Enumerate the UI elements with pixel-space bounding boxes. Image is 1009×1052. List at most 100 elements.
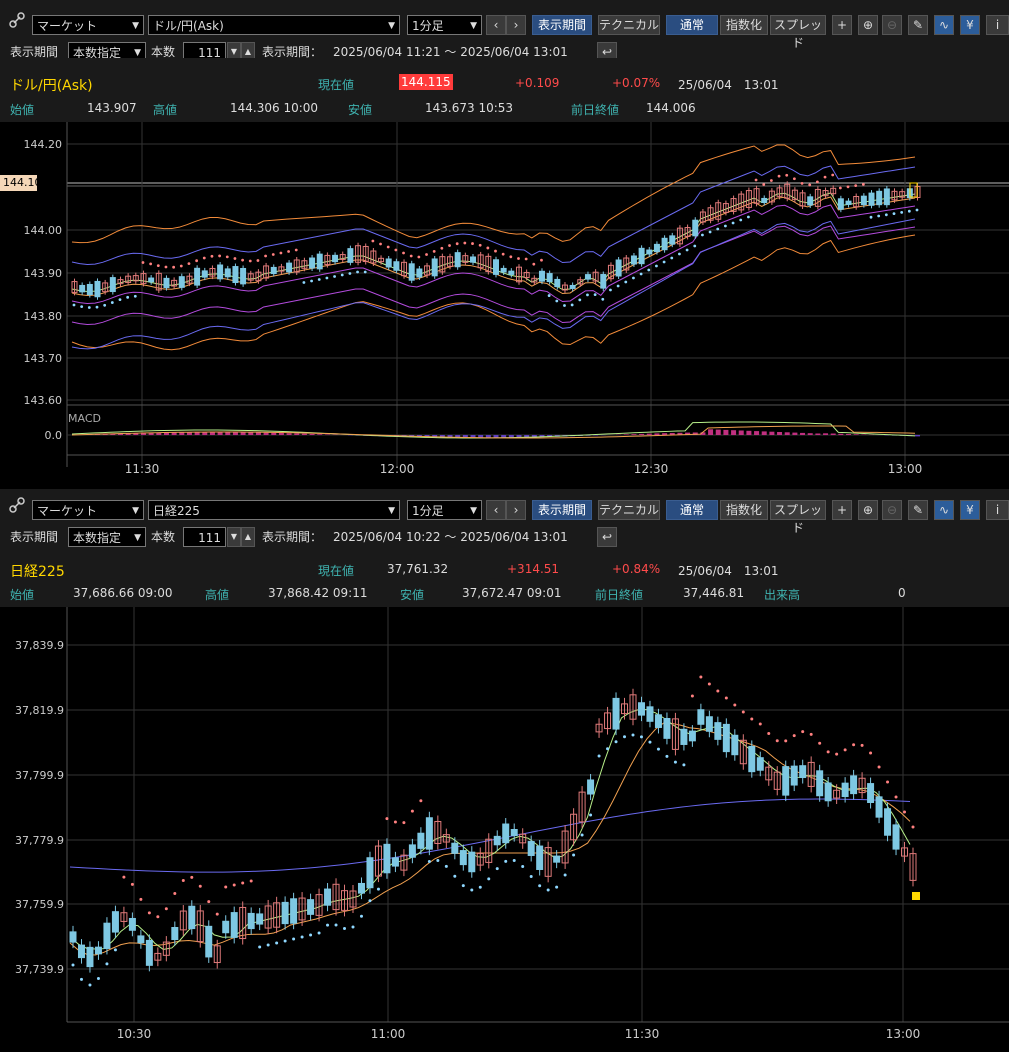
pencil-icon[interactable]: ✎ xyxy=(908,15,928,35)
period-button[interactable]: 表示期間 xyxy=(532,15,592,35)
chevron-left-icon[interactable]: ‹ xyxy=(486,500,506,520)
candle xyxy=(783,767,789,796)
technical-button[interactable]: テクニカル xyxy=(598,500,660,520)
interval-select[interactable]: 1分足▼ xyxy=(407,500,482,520)
link-icon[interactable] xyxy=(8,11,26,29)
zoom-out-icon[interactable]: ⊖ xyxy=(882,500,902,520)
period-button[interactable]: 表示期間 xyxy=(532,500,592,520)
spread-button[interactable]: スプレッド xyxy=(770,15,826,35)
sar-dot xyxy=(156,915,159,918)
info-icon[interactable]: i xyxy=(986,500,1009,520)
sar-dot xyxy=(301,936,304,939)
candle xyxy=(494,836,500,844)
y-tick-label: 143.90 xyxy=(24,267,63,280)
sar-dot xyxy=(555,886,558,889)
index-button[interactable]: 指数化 xyxy=(720,500,768,520)
sar-dot xyxy=(665,755,668,758)
market-select[interactable]: マーケット▼ xyxy=(32,500,144,520)
sar-dot xyxy=(250,880,253,883)
period-mode-select[interactable]: 本数指定▼ xyxy=(68,527,146,547)
sar-dot xyxy=(165,907,168,910)
candle xyxy=(601,275,606,289)
crosshair-icon[interactable]: + xyxy=(832,15,852,35)
sar-dot xyxy=(502,253,505,256)
macd-bar xyxy=(823,433,828,435)
sar-dot xyxy=(606,747,609,750)
low-label: 安値 xyxy=(348,101,372,118)
candle xyxy=(861,196,866,204)
sar-dot xyxy=(119,298,122,301)
chevron-right-icon[interactable]: › xyxy=(506,15,526,35)
sar-dot xyxy=(594,293,597,296)
sar-dot xyxy=(647,269,650,272)
sar-dot xyxy=(216,913,219,916)
link-icon[interactable] xyxy=(8,496,26,514)
sar-dot xyxy=(333,275,336,278)
sar-dot xyxy=(742,711,745,714)
chevron-left-icon[interactable]: ‹ xyxy=(486,15,506,35)
zoom-in-icon[interactable]: ⊕ xyxy=(858,15,878,35)
count-input[interactable]: 111 xyxy=(183,527,226,547)
interval-select[interactable]: 1分足▼ xyxy=(407,15,482,35)
price-chart[interactable]: 37,839.937,819.937,799.937,779.937,759.9… xyxy=(0,607,1009,1049)
sar-dot xyxy=(755,179,758,182)
wave-icon[interactable]: ∿ xyxy=(934,500,954,520)
macd-bar xyxy=(256,433,261,435)
index-button[interactable]: 指数化 xyxy=(720,15,768,35)
decrement-icon[interactable]: ▼ xyxy=(227,527,241,547)
yen-icon[interactable]: ¥ xyxy=(960,500,980,520)
sar-dot xyxy=(445,865,448,868)
sar-dot xyxy=(479,244,482,247)
sar-dot xyxy=(578,298,581,301)
sar-dot xyxy=(513,859,516,862)
candle xyxy=(555,279,560,286)
sar-dot xyxy=(548,294,551,297)
sar-dot xyxy=(824,176,827,179)
sar-dot xyxy=(699,676,702,679)
sar-dot xyxy=(257,259,260,262)
candle xyxy=(846,201,851,204)
sar-dot xyxy=(203,257,206,260)
zoom-out-icon[interactable]: ⊖ xyxy=(882,15,902,35)
candle xyxy=(129,918,135,930)
sar-dot xyxy=(847,185,850,188)
technical-button[interactable]: テクニカル xyxy=(598,15,660,35)
candle xyxy=(762,198,767,202)
sar-dot xyxy=(564,874,567,877)
symbol-select[interactable]: 日経225▼ xyxy=(148,500,400,520)
candle xyxy=(869,193,874,205)
candle xyxy=(613,698,619,729)
y-tick-label: 37,839.9 xyxy=(15,639,64,652)
sar-dot xyxy=(103,304,106,307)
zoom-in-icon[interactable]: ⊕ xyxy=(858,500,878,520)
return-icon[interactable]: ↩ xyxy=(597,527,617,547)
macd-bar xyxy=(846,434,851,435)
increment-icon[interactable]: ▲ xyxy=(241,527,255,547)
sar-dot xyxy=(816,180,819,183)
price-chart[interactable]: 144.20144.00143.90143.80143.70143.6011:3… xyxy=(0,122,1009,489)
info-icon[interactable]: i xyxy=(986,15,1009,35)
candle xyxy=(104,923,110,948)
spread-button[interactable]: スプレッド xyxy=(770,500,826,520)
sar-dot xyxy=(759,722,762,725)
chevron-right-icon[interactable]: › xyxy=(506,500,526,520)
sar-dot xyxy=(463,242,466,245)
candle xyxy=(655,715,661,728)
sar-dot xyxy=(725,697,728,700)
market-select[interactable]: マーケット▼ xyxy=(32,15,144,35)
normal-button[interactable]: 通常 xyxy=(666,15,718,35)
high-value: 37,868.42 09:11 xyxy=(268,586,367,600)
wave-icon[interactable]: ∿ xyxy=(934,15,954,35)
grid xyxy=(67,122,1009,467)
pencil-icon[interactable]: ✎ xyxy=(908,500,928,520)
crosshair-icon[interactable]: + xyxy=(832,500,852,520)
sar-dot xyxy=(747,216,750,219)
yen-icon[interactable]: ¥ xyxy=(960,15,980,35)
sar-dot xyxy=(139,898,142,901)
candle xyxy=(885,809,891,835)
candle xyxy=(172,928,178,940)
candle xyxy=(110,278,115,292)
normal-button[interactable]: 通常 xyxy=(666,500,718,520)
sar-dot xyxy=(861,744,864,747)
symbol-select[interactable]: ドル/円(Ask)▼ xyxy=(148,15,400,35)
